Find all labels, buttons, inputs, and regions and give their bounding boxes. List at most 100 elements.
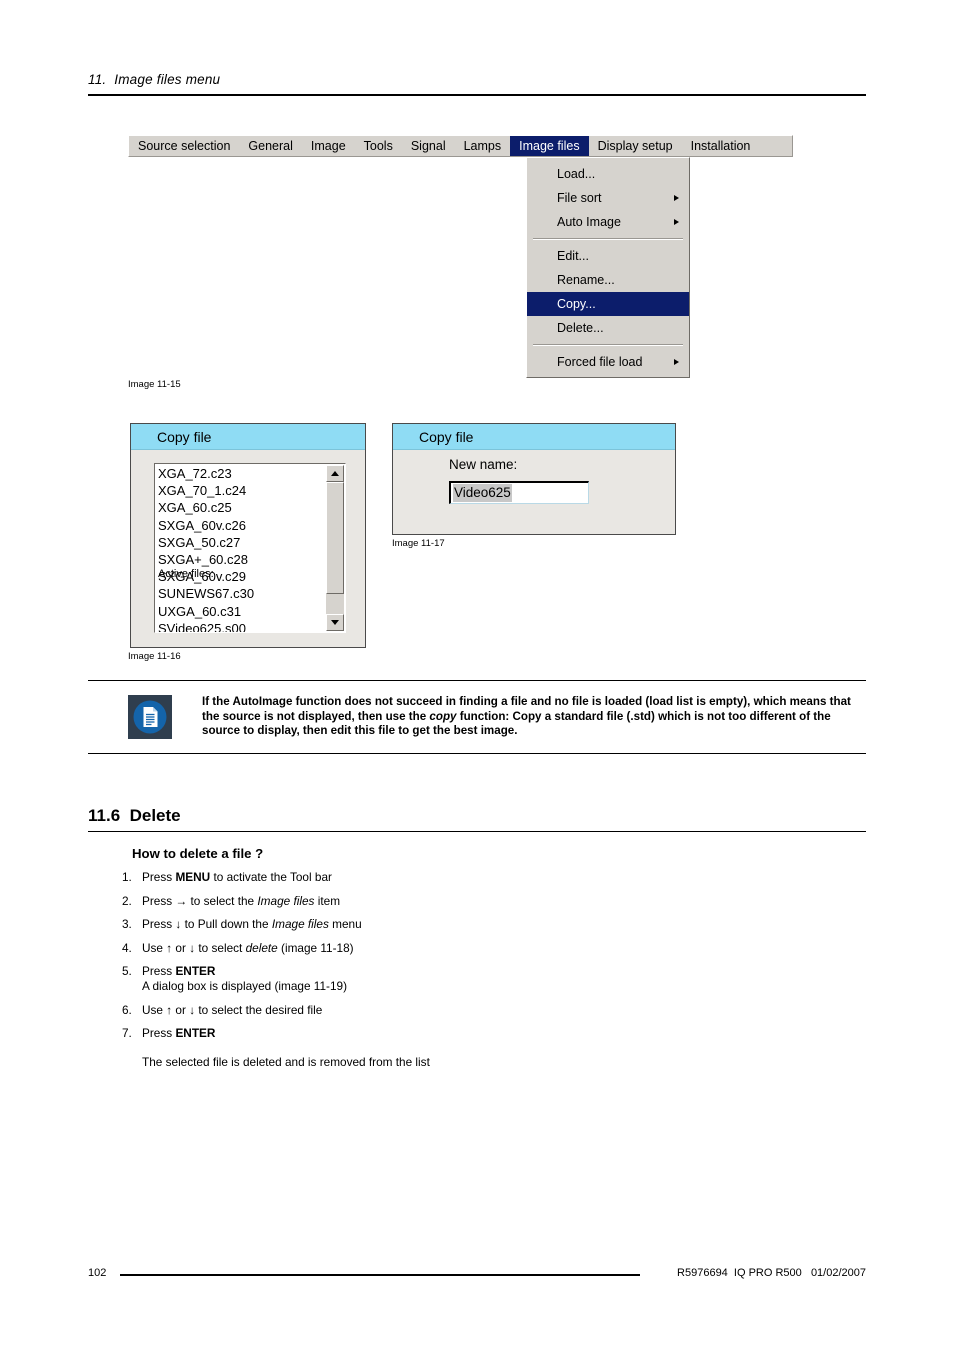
menu-item-copy[interactable]: Copy... — [527, 292, 689, 316]
step-text: Press MENU to activate the Tool bar — [142, 870, 866, 885]
step-item: 4. Use ↑ or ↓ to select delete (image 11-… — [122, 941, 866, 956]
menubar-item-general[interactable]: General — [239, 136, 301, 156]
section-heading: 11.6 Delete — [88, 806, 181, 825]
list-item[interactable]: SUNEWS67.c30 — [158, 585, 310, 602]
copy-file-list-dialog[interactable]: Copy file XGA_72.c23 XGA_70_1.c24 XGA_60.c… — [130, 423, 366, 648]
menu-item-label: File sort — [557, 191, 602, 205]
list-item[interactable]: XGA_72.c23 — [158, 465, 310, 482]
menu-item-edit[interactable]: Edit... — [527, 244, 689, 268]
step-text-post: (image 11-18) — [277, 940, 354, 955]
listbox-scrollbar[interactable] — [326, 465, 344, 631]
menubar-item-source-selection[interactable]: Source selection — [129, 136, 239, 156]
menu-separator — [533, 344, 683, 346]
list-item[interactable]: SVideo625.s00 — [158, 620, 310, 632]
menubar-item-image-files[interactable]: Image files — [510, 136, 589, 156]
step-text: Press → to select the Image files item — [142, 894, 866, 909]
menu-item-forced-file-load[interactable]: Forced file load — [527, 350, 689, 374]
step-text-pre: Press — [142, 1026, 176, 1040]
menubar-item-display-setup[interactable]: Display setup — [589, 136, 682, 156]
step-item: 1. Press MENU to activate the Tool bar — [122, 870, 866, 885]
scroll-down-button[interactable] — [326, 614, 344, 631]
page-footer: 102 R5976694 IQ PRO R500 01/02/2007 — [88, 1262, 866, 1282]
document-info-icon — [128, 695, 172, 739]
steps-list: 1. Press MENU to activate the Tool bar 2. P… — [122, 870, 866, 1041]
list-item[interactable]: SXGA_60v.c26 — [158, 517, 310, 534]
triangle-up-icon — [331, 471, 339, 476]
submenu-arrow-icon — [674, 194, 679, 201]
step-text-italic: Image files — [257, 893, 315, 908]
submenu-arrow-icon — [674, 358, 679, 365]
chapter-title: 11. Image files menu — [88, 72, 221, 87]
projector-menubar[interactable]: Source selection General Image Tools Signal L… — [128, 135, 793, 157]
section-delete: 11.6 Delete How to delete a file ? 1. Pre… — [88, 806, 866, 1070]
note-text-emphasis: copy — [429, 709, 457, 723]
list-item[interactable]: XGA_60.c25 — [158, 499, 310, 516]
step-item: 5. Press ENTER A dialog box is displayed (… — [122, 964, 866, 994]
figure-caption-11-17: Image 11-17 — [392, 538, 445, 549]
menubar-item-tools[interactable]: Tools — [355, 136, 402, 156]
file-list[interactable]: XGA_72.c23 XGA_70_1.c24 XGA_60.c25 SXGA_60v… — [158, 465, 310, 632]
copy-file-newname-dialog[interactable]: Copy file New name: Video625 — [392, 423, 676, 535]
scroll-up-button[interactable] — [326, 465, 344, 482]
file-listbox[interactable]: XGA_72.c23 XGA_70_1.c24 XGA_60.c25 SXGA_60v… — [154, 463, 346, 633]
step-number: 6. — [122, 1002, 132, 1017]
menubar-item-image[interactable]: Image — [302, 136, 355, 156]
step-number: 4. — [122, 940, 132, 955]
menu-item-rename[interactable]: Rename... — [527, 268, 689, 292]
figure-caption-11-16: Image 11-16 — [128, 651, 181, 662]
list-item[interactable]: SXGA_50.c27 — [158, 534, 310, 551]
menu-item-label: Forced file load — [557, 355, 643, 369]
step-text-pre: Press → to select the — [142, 893, 258, 908]
dialog-titlebar: Copy file — [393, 424, 675, 450]
step-text-pre: Use ↑ or ↓ to select the desired file — [142, 1002, 323, 1017]
step-text: Press ↓ to Pull down the Image files men… — [142, 917, 866, 932]
figure-caption-11-15: Image 11-15 — [128, 379, 181, 390]
step-item: 7. Press ENTER — [122, 1026, 866, 1041]
step-subtext: A dialog box is displayed (image 11-19) — [142, 979, 348, 993]
menubar-item-lamps[interactable]: Lamps — [455, 136, 511, 156]
header-divider — [88, 94, 866, 96]
menu-separator — [533, 238, 683, 240]
menu-item-file-sort[interactable]: File sort — [527, 186, 689, 210]
list-item[interactable]: XGA_70_1.c24 — [158, 482, 310, 499]
menu-item-auto-image[interactable]: Auto Image — [527, 210, 689, 234]
step-item: 6. Use ↑ or ↓ to select the desired file — [122, 1003, 866, 1018]
step-text-post: menu — [328, 917, 362, 931]
step-text: Use ↑ or ↓ to select the desired file — [142, 1003, 866, 1018]
step-text-pre: Press ↓ to Pull down the — [142, 917, 272, 931]
triangle-down-icon — [331, 620, 339, 625]
step-text-italic: Image files — [271, 917, 329, 931]
step-text-bold: MENU — [175, 870, 211, 884]
scrollbar-thumb[interactable] — [326, 482, 344, 594]
step-number: 2. — [122, 893, 132, 908]
step-text-pre: Use ↑ or ↓ to select — [142, 940, 246, 955]
dialog-titlebar: Copy file — [131, 424, 365, 450]
step-text: Use ↑ or ↓ to select delete (image 11-18… — [142, 941, 866, 956]
document-info-icon-svg — [128, 695, 172, 739]
menubar-item-installation[interactable]: Installation — [682, 136, 760, 156]
step-item: 2. Press → to select the Image files item — [122, 894, 866, 909]
step-text-post: item — [314, 893, 341, 908]
dialog-title: Copy file — [419, 428, 474, 445]
menubar-item-signal[interactable]: Signal — [402, 136, 455, 156]
figure-image-files-menu: Source selection General Image Tools Signal L… — [128, 135, 793, 383]
menu-item-label: Load... — [557, 167, 596, 181]
page-number: 102 — [88, 1267, 107, 1279]
submenu-arrow-icon — [674, 218, 679, 225]
menu-item-delete[interactable]: Delete... — [527, 316, 689, 340]
step-item: 3. Press ↓ to Pull down the Image files m… — [122, 917, 866, 932]
step-text-bold: ENTER — [175, 964, 216, 978]
new-name-input[interactable]: Video625 — [449, 481, 589, 504]
image-files-dropdown-menu[interactable]: Load... File sort Auto Image Edit... Rename.… — [526, 157, 690, 378]
menu-item-label: Copy... — [557, 297, 596, 311]
menu-item-load[interactable]: Load... — [527, 162, 689, 186]
menu-item-label: Rename... — [557, 273, 615, 287]
list-item[interactable]: UXGA_60.c31 — [158, 603, 310, 620]
list-item[interactable]: SXGA+_60.c28 — [158, 551, 310, 568]
dialog-title: Copy file — [157, 428, 212, 445]
footer-metadata: R5976694 IQ PRO R500 01/02/2007 — [677, 1267, 866, 1279]
step-text: Press ENTER — [142, 1026, 866, 1041]
step-text-italic: delete — [245, 940, 278, 955]
menu-item-label: Edit... — [557, 249, 589, 263]
step-number: 7. — [122, 1026, 132, 1040]
